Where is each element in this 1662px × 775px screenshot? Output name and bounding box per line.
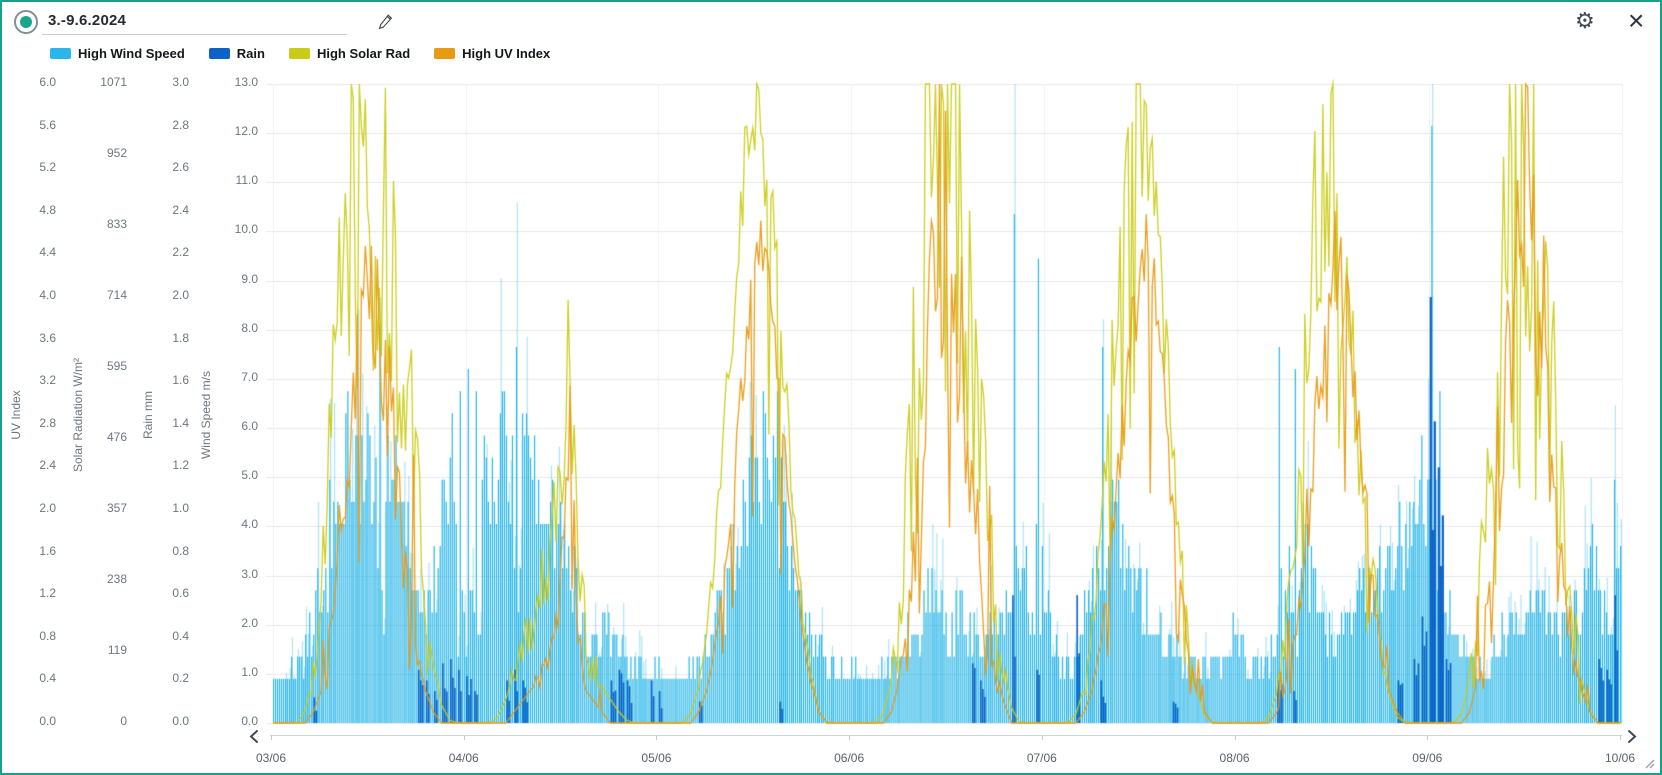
legend-item-high-uv-index[interactable]: High UV Index: [434, 46, 550, 61]
radio-selected-icon[interactable]: [14, 10, 38, 34]
weather-widget-window: 3.-9.6.2024 ⚙ × High Wind SpeedRainHigh …: [0, 0, 1662, 775]
legend-label: High Solar Rad: [317, 46, 410, 61]
legend-swatch: [50, 48, 71, 59]
radio-dot: [20, 16, 32, 28]
date-range-field[interactable]: 3.-9.6.2024: [48, 12, 126, 29]
settings-gear-icon[interactable]: ⚙: [1575, 7, 1595, 35]
legend-swatch: [289, 48, 310, 59]
legend-item-high-wind-speed[interactable]: High Wind Speed: [50, 46, 185, 61]
legend-label: Rain: [237, 46, 265, 61]
chart-legend: High Wind Speed Rain High Solar Rad High UV…: [50, 46, 550, 61]
legend-swatch: [209, 48, 230, 59]
x-slider-track[interactable]: [270, 735, 1622, 736]
chart-canvas[interactable]: [2, 2, 1662, 775]
resize-handle-icon[interactable]: [1642, 756, 1655, 769]
legend-item-rain[interactable]: Rain: [209, 46, 265, 61]
legend-swatch: [434, 48, 455, 59]
close-icon[interactable]: ×: [1628, 2, 1644, 40]
edit-pencil-icon[interactable]: [376, 13, 394, 31]
chevron-left-icon[interactable]: [248, 729, 260, 744]
legend-item-high-solar-rad[interactable]: High Solar Rad: [289, 46, 410, 61]
legend-label: High Wind Speed: [78, 46, 185, 61]
chevron-right-icon[interactable]: [1626, 729, 1638, 744]
legend-label: High UV Index: [462, 46, 550, 61]
